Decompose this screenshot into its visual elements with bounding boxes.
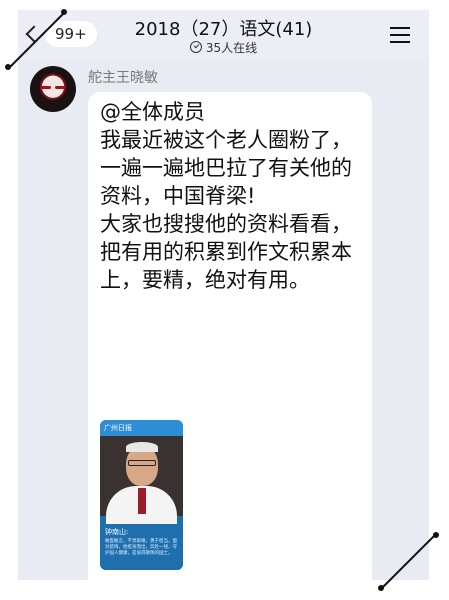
crop-mark-dot <box>5 64 11 70</box>
message-text: @全体成员 我最近被这个老人圈粉了，一遍一遍地巴拉了有关他的资料，中国脊梁! 大… <box>100 100 352 292</box>
image-caption: 敢医敢言，不畏艰难，勇于担当，面对疫情，他挺身而出，奔赴一线，守护国人健康，是值… <box>105 539 177 556</box>
message-bubble[interactable]: @全体成员 我最近被这个老人圈粉了，一遍一遍地巴拉了有关他的资料，中国脊梁! 大… <box>88 92 372 580</box>
sender-name: 舵主王晓敏 <box>88 70 158 86</box>
crop-mark-dot <box>61 9 67 15</box>
image-banner: 广州日报 <box>100 420 183 436</box>
online-count: 35人在线 <box>205 41 258 55</box>
chat-header: 99+ 2018（27）语文(41) 35人在线 <box>18 10 429 58</box>
check-circle-icon <box>189 41 202 53</box>
message-image[interactable]: 广州日报 钟南山: 敢医敢言，不畏艰难，勇于担当，面对疫情，他挺身而出，奔赴一线… <box>100 420 183 570</box>
crop-mark-dot <box>378 585 384 591</box>
hamburger-menu-icon[interactable] <box>390 27 410 43</box>
image-name-label: 钟南山: <box>105 528 129 536</box>
sender-avatar[interactable] <box>30 66 76 112</box>
chat-title: 2018（27）语文(41) <box>134 19 313 40</box>
crop-mark-dot <box>433 532 439 538</box>
online-status: 35人在线 <box>18 41 429 56</box>
chat-screen: 99+ 2018（27）语文(41) 35人在线 舵主王晓敏 @全体成员 我最近… <box>18 10 429 580</box>
